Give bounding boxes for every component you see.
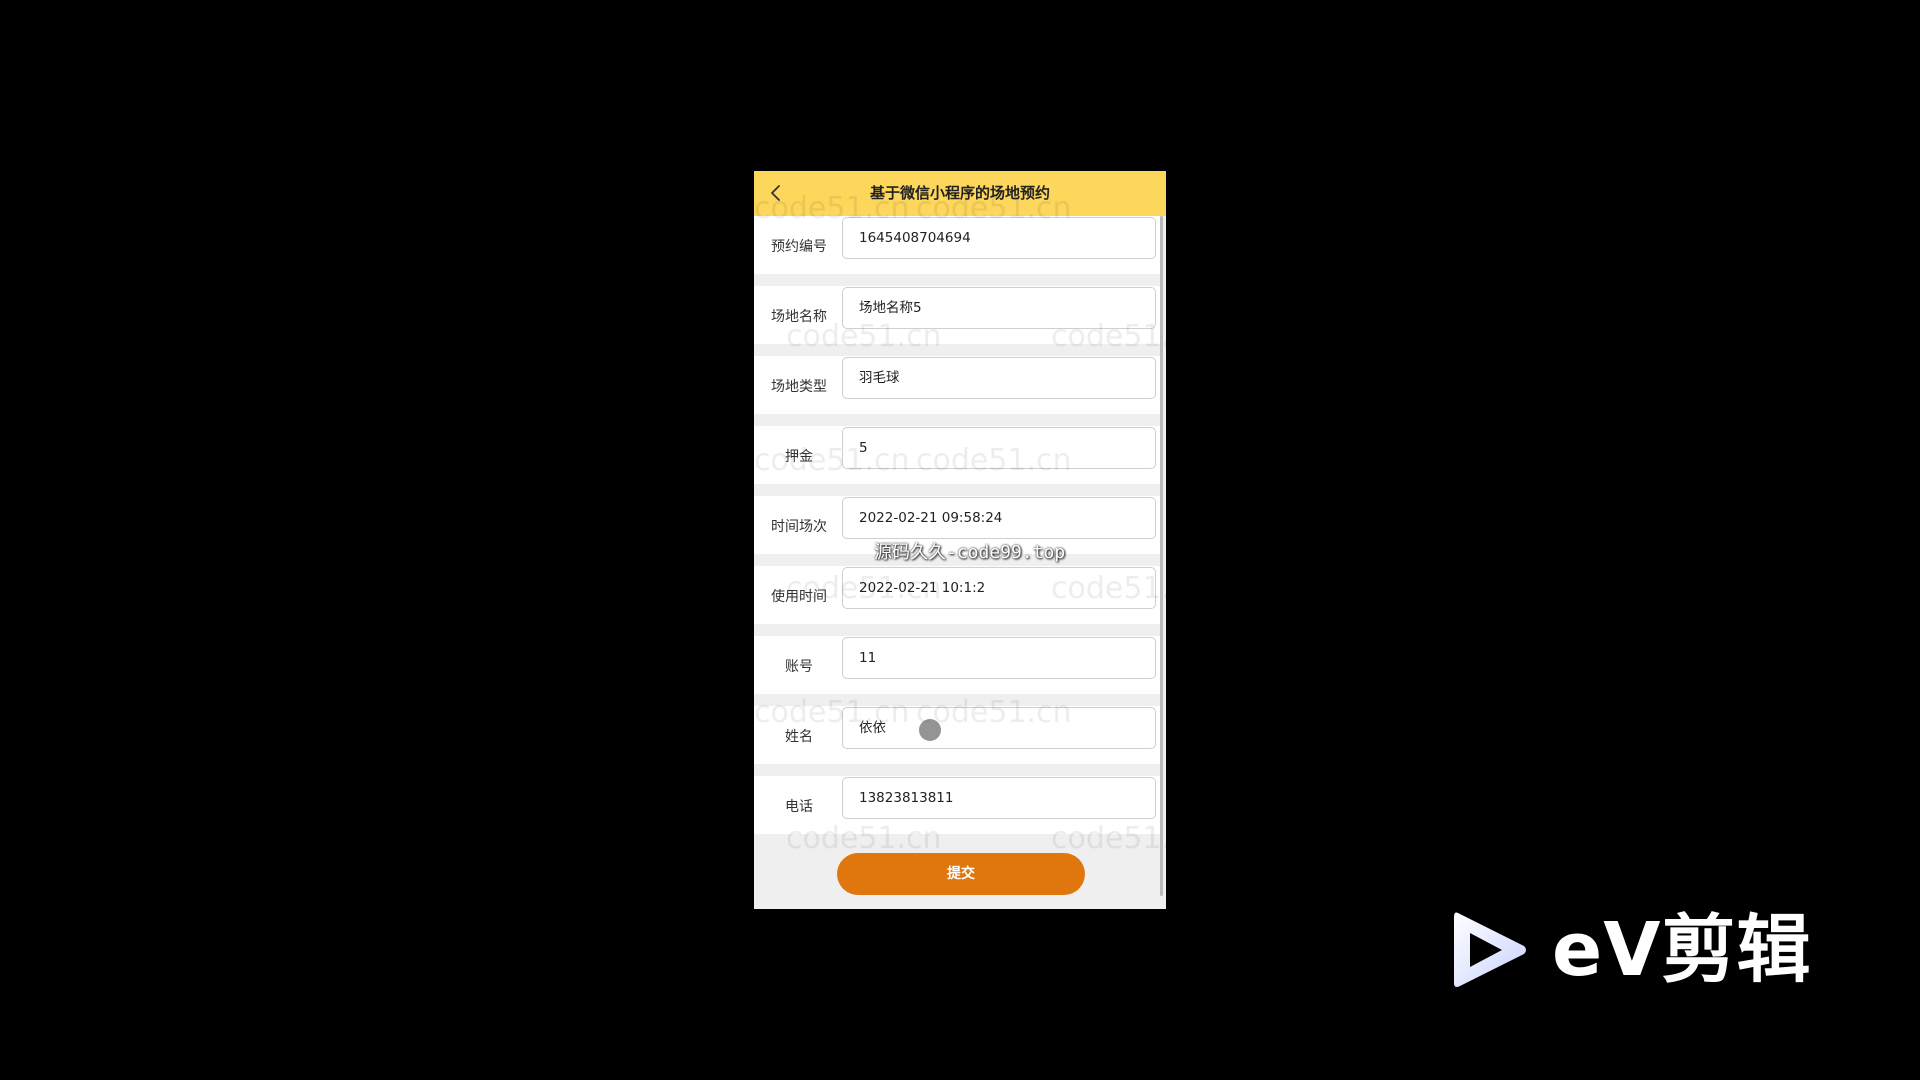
use-time-input[interactable]: 2022-02-21 10:1:2 (842, 567, 1156, 609)
scrollbar[interactable] (1160, 216, 1163, 896)
page-title: 基于微信小程序的场地预约 (869, 184, 1050, 202)
video-frame: 基于微信小程序的场地预约 预约编号 1645408704694 场地名称 场地名… (0, 0, 1920, 1080)
form-row-venue-type: 场地类型 羽毛球 (754, 356, 1160, 414)
deposit-input[interactable]: 5 (842, 427, 1156, 469)
editor-brand-text: eV剪辑 (1552, 907, 1812, 993)
overlay-watermark: 源码久久-code99.top (874, 542, 1066, 563)
form-row-venue-name: 场地名称 场地名称5 (754, 286, 1160, 344)
phone-label: 电话 (785, 799, 813, 815)
nav-bar: 基于微信小程序的场地预约 (754, 171, 1166, 216)
venue-type-input[interactable]: 羽毛球 (842, 357, 1156, 399)
touch-indicator (919, 719, 941, 741)
form-row-account: 账号 11 (754, 636, 1160, 694)
venue-name-input[interactable]: 场地名称5 (842, 287, 1156, 329)
form-row-booking-number: 预约编号 1645408704694 (754, 216, 1160, 274)
form-row-phone: 电话 13823813811 (754, 776, 1160, 834)
play-triangle-icon (1454, 912, 1526, 987)
venue-name-label: 场地名称 (771, 309, 827, 325)
ev-editor-logo: eV剪辑 (1450, 905, 1820, 995)
booking-number-input[interactable]: 1645408704694 (842, 217, 1156, 259)
booking-form: 预约编号 1645408704694 场地名称 场地名称5 场地类型 羽毛球 押… (754, 216, 1160, 846)
account-input[interactable]: 11 (842, 637, 1156, 679)
phone-input[interactable]: 13823813811 (842, 777, 1156, 819)
form-row-name: 姓名 依依 (754, 706, 1160, 764)
form-row-deposit: 押金 5 (754, 426, 1160, 484)
time-slot-label: 时间场次 (771, 519, 827, 535)
back-button[interactable] (764, 181, 788, 205)
venue-type-label: 场地类型 (771, 379, 827, 395)
submit-button[interactable]: 提交 (837, 853, 1085, 895)
name-label: 姓名 (785, 729, 813, 745)
deposit-label: 押金 (785, 449, 813, 465)
chevron-left-icon (771, 185, 780, 201)
booking-number-label: 预约编号 (771, 239, 827, 255)
form-row-use-time: 使用时间 2022-02-21 10:1:2 (754, 566, 1160, 624)
use-time-label: 使用时间 (771, 589, 827, 605)
account-label: 账号 (785, 659, 813, 675)
time-slot-input[interactable]: 2022-02-21 09:58:24 (842, 497, 1156, 539)
name-input[interactable]: 依依 (842, 707, 1156, 749)
